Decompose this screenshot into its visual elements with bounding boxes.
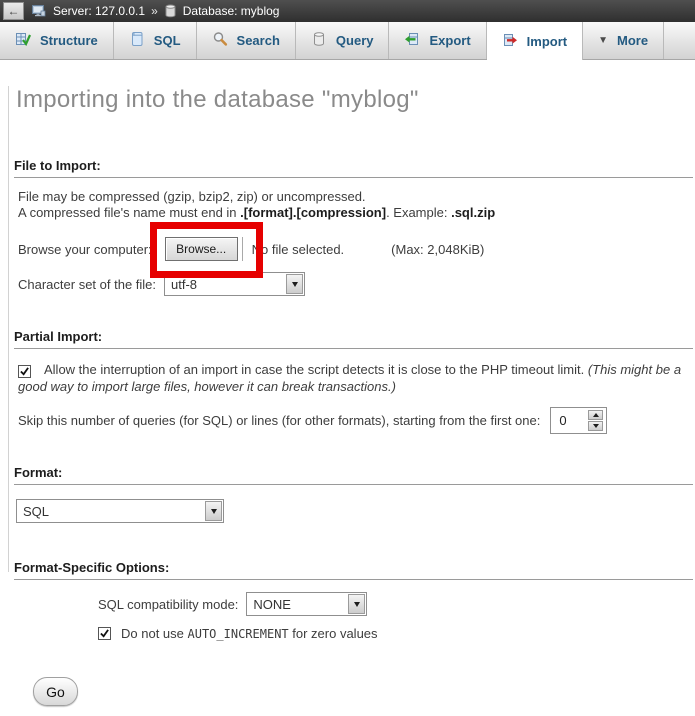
caret-down-icon <box>211 509 217 514</box>
tab-search[interactable]: Search <box>197 22 296 59</box>
caret-up-icon <box>593 413 599 417</box>
database-icon <box>164 4 177 18</box>
chevron-down-icon: ▼ <box>598 35 608 46</box>
sql-icon <box>129 31 145 50</box>
breadcrumb-bar: ← Server: 127.0.0.1 » Database: myblog <box>0 0 695 22</box>
back-arrow-icon: ← <box>8 5 20 17</box>
breadcrumb: Server: 127.0.0.1 » Database: myblog <box>31 3 279 19</box>
dropdown-arrow-button[interactable] <box>286 274 303 294</box>
spinner-down-button[interactable] <box>588 421 603 431</box>
compatibility-label: SQL compatibility mode: <box>98 597 238 612</box>
dropdown-arrow-button[interactable] <box>205 501 222 521</box>
tab-structure[interactable]: Structure <box>0 22 114 59</box>
interrupt-checkbox[interactable] <box>18 365 31 378</box>
breadcrumb-server-link[interactable]: Server: 127.0.0.1 <box>53 4 145 18</box>
dropdown-arrow-button[interactable] <box>348 594 365 614</box>
compatibility-select[interactable]: NONE <box>246 592 367 616</box>
tab-more[interactable]: ▼ More <box>583 22 664 59</box>
file-status-text: No file selected. <box>252 242 345 257</box>
number-spinner <box>588 410 603 431</box>
skip-row: Skip this number of queries (for SQL) or… <box>14 407 695 434</box>
tab-label: More <box>617 33 648 48</box>
go-row: Go <box>14 677 695 706</box>
auto-increment-checkbox[interactable] <box>98 627 111 640</box>
tab-label: Structure <box>40 33 98 48</box>
tab-label: Import <box>527 34 567 49</box>
section-heading-partial-import: Partial Import: <box>14 329 693 349</box>
breadcrumb-separator: » <box>151 4 158 18</box>
section-heading-format-specific: Format-Specific Options: <box>14 560 693 580</box>
tab-query[interactable]: Query <box>296 22 390 59</box>
browse-button[interactable]: Browse... <box>165 237 238 261</box>
tab-bar: Structure SQL Search Query Export Import… <box>0 22 695 60</box>
import-icon <box>502 32 518 51</box>
tab-label: SQL <box>154 33 181 48</box>
caret-down-icon <box>354 602 360 607</box>
format-selected-value: SQL <box>23 504 49 519</box>
file-import-info: File may be compressed (gzip, bzip2, zip… <box>18 189 695 221</box>
tab-label: Search <box>237 33 280 48</box>
structure-icon <box>15 31 31 50</box>
go-button[interactable]: Go <box>33 677 78 706</box>
charset-select[interactable]: utf-8 <box>164 272 305 296</box>
tab-label: Query <box>336 33 374 48</box>
tab-label: Export <box>429 33 470 48</box>
checkmark-icon <box>20 367 29 376</box>
section-heading-file-to-import: File to Import: <box>14 158 693 178</box>
browse-label: Browse your computer: <box>18 242 152 257</box>
compatibility-selected-value: NONE <box>253 597 291 612</box>
server-icon <box>31 3 47 19</box>
caret-down-icon <box>593 424 599 428</box>
skip-value: 0 <box>559 413 566 428</box>
skip-number-input[interactable]: 0 <box>550 407 607 434</box>
sql-compatibility-row: SQL compatibility mode: NONE <box>14 592 695 616</box>
skip-label: Skip this number of queries (for SQL) or… <box>18 413 540 428</box>
search-icon <box>212 31 228 50</box>
breadcrumb-database-link[interactable]: Database: myblog <box>183 4 280 18</box>
file-input-divider <box>242 237 243 261</box>
auto-increment-row: Do not use AUTO_INCREMENT for zero value… <box>14 626 695 641</box>
tab-export[interactable]: Export <box>389 22 486 59</box>
interrupt-text: Allow the interruption of an import in c… <box>44 362 588 377</box>
charset-label: Character set of the file: <box>18 277 156 292</box>
spinner-up-button[interactable] <box>588 410 603 420</box>
section-heading-format: Format: <box>14 465 693 485</box>
caret-down-icon <box>292 282 298 287</box>
browse-row: Browse your computer: Browse... No file … <box>14 235 695 263</box>
query-database-icon <box>311 31 327 50</box>
left-border-rule <box>8 86 9 572</box>
charset-selected-value: utf-8 <box>171 277 197 292</box>
export-icon <box>404 31 420 50</box>
checkmark-icon <box>100 629 109 638</box>
charset-row: Character set of the file: utf-8 <box>14 272 695 296</box>
back-button[interactable]: ← <box>3 2 24 20</box>
max-size-text: (Max: 2,048KiB) <box>391 242 484 257</box>
tab-sql[interactable]: SQL <box>114 22 197 59</box>
format-select[interactable]: SQL <box>16 499 224 523</box>
tab-import[interactable]: Import <box>487 22 583 60</box>
interrupt-option: Allow the interruption of an import in c… <box>14 361 686 395</box>
auto-increment-text: Do not use AUTO_INCREMENT for zero value… <box>121 626 378 641</box>
page-title: Importing into the database "myblog" <box>16 86 695 114</box>
page-content: Importing into the database "myblog" Fil… <box>0 86 695 706</box>
